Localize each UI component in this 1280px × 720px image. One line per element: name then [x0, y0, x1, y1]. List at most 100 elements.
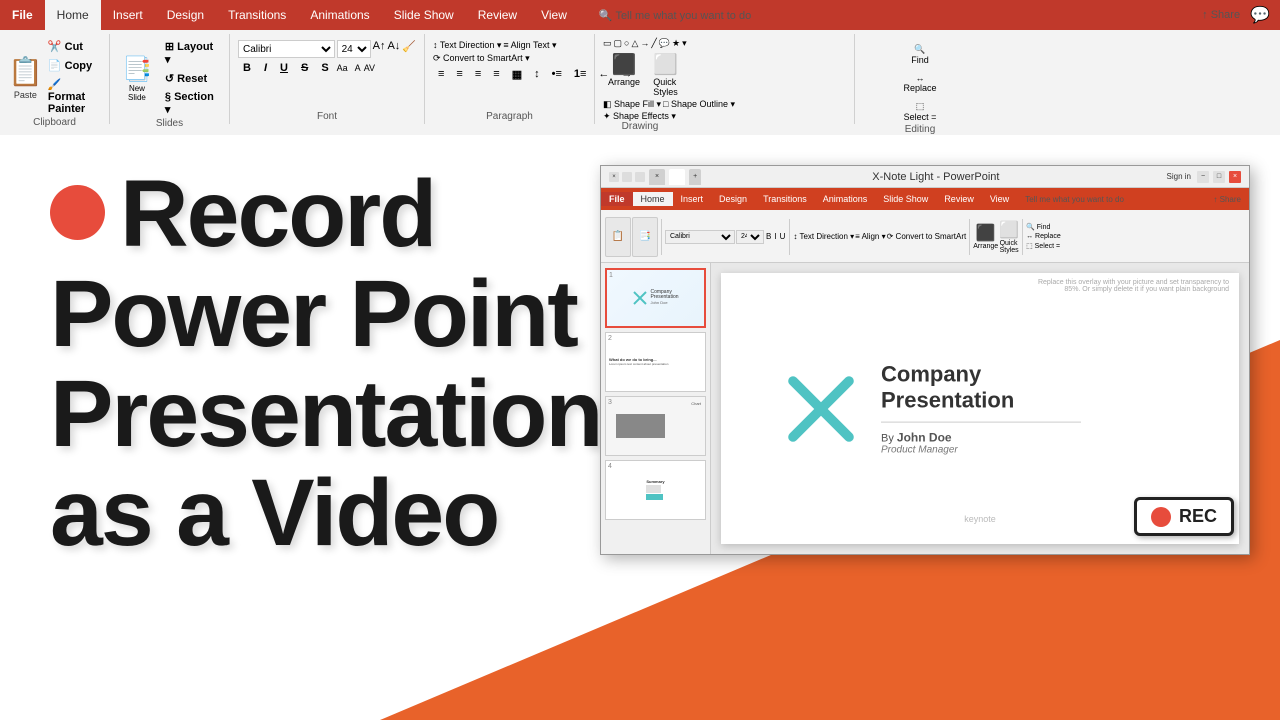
- char-spacing-button[interactable]: AV: [364, 63, 375, 73]
- ppt-sign-in[interactable]: Sign in: [1167, 172, 1191, 181]
- line-spacing-button[interactable]: ↕: [529, 66, 545, 83]
- font-case-button[interactable]: Aa: [337, 63, 348, 73]
- select-button[interactable]: ⬚ Select =: [863, 99, 977, 124]
- clear-format-button[interactable]: 🧹: [402, 40, 416, 58]
- shadow-button[interactable]: S: [316, 60, 333, 76]
- line-shape[interactable]: ╱: [651, 38, 656, 49]
- shape-fill-button[interactable]: ◧ Shape Fill ▾: [603, 99, 661, 110]
- share-button[interactable]: ↑ Share: [1202, 9, 1240, 21]
- ppt-inner-tab-transitions[interactable]: Transitions: [755, 192, 815, 206]
- tab-transitions[interactable]: Transitions: [216, 0, 298, 30]
- ppt-inner-tab-slideshow[interactable]: Slide Show: [875, 192, 936, 206]
- layout-button[interactable]: ⊞ Layout ▾: [160, 38, 221, 68]
- new-slide-button[interactable]: 📑 NewSlide: [118, 53, 156, 104]
- ppt-italic-btn[interactable]: I: [774, 232, 776, 241]
- reset-button[interactable]: ↺ Reset: [160, 70, 221, 87]
- copy-button[interactable]: 📄 Copy: [43, 57, 101, 74]
- ppt-text-dir-btn[interactable]: ↕ Text Direction ▾: [793, 232, 854, 241]
- star-shape[interactable]: ★: [672, 38, 680, 49]
- slide-thumb-1[interactable]: 1 CompanyPresentationJohn Doe: [605, 268, 706, 328]
- oval-shape[interactable]: ○: [624, 38, 629, 49]
- comment-button[interactable]: 💬: [1250, 5, 1270, 25]
- tab-slide-show[interactable]: Slide Show: [382, 0, 466, 30]
- ppt-tab-active[interactable]: [669, 169, 685, 185]
- tab-file[interactable]: File: [0, 0, 45, 30]
- find-button[interactable]: 🔍 Find: [863, 42, 977, 67]
- tab-view[interactable]: View: [529, 0, 579, 30]
- shape-effects-button[interactable]: ✦ Shape Effects ▾: [603, 111, 676, 121]
- ppt-new-slide-btn[interactable]: 📑: [632, 217, 658, 257]
- italic-button[interactable]: I: [259, 60, 272, 76]
- tab-design[interactable]: Design: [155, 0, 216, 30]
- num-list-button[interactable]: 1≡: [569, 66, 592, 83]
- ppt-font-select[interactable]: Calibri: [665, 230, 735, 244]
- justify-button[interactable]: ≡: [488, 66, 504, 83]
- ppt-find-btn[interactable]: 🔍 Find: [1026, 223, 1061, 231]
- cut-button[interactable]: ✂️ Cut: [43, 38, 101, 55]
- align-center-button[interactable]: ≡: [451, 66, 467, 83]
- ppt-inner-tab-home[interactable]: Home: [633, 192, 673, 206]
- ppt-bold-btn[interactable]: B: [766, 232, 771, 241]
- ppt-inner-tab-review[interactable]: Review: [936, 192, 982, 206]
- bullet-button[interactable]: •≡: [547, 66, 567, 83]
- convert-smartart-button[interactable]: ⟳ Convert to SmartArt ▾: [433, 53, 530, 64]
- replace-button[interactable]: ↔ Replace: [863, 71, 977, 95]
- text-direction-button[interactable]: ↕ Text Direction ▾: [433, 40, 501, 51]
- ppt-replace-btn[interactable]: ↔ Replace: [1026, 233, 1061, 240]
- ppt-smartart-btn[interactable]: ⟳ Convert to SmartArt: [887, 232, 967, 241]
- align-text-button[interactable]: ≡ Align Text ▾: [503, 40, 556, 51]
- arrange-button[interactable]: ⬛ Arrange: [603, 50, 645, 99]
- ppt-inner-share[interactable]: ↑ Share: [1213, 195, 1249, 204]
- ppt-min-btn[interactable]: [622, 172, 632, 182]
- strikethrough-button[interactable]: S: [296, 60, 313, 76]
- ppt-restore-btn[interactable]: [635, 172, 645, 182]
- tell-me-input[interactable]: 🔍 Tell me what you want to do: [599, 9, 751, 22]
- col-count-button[interactable]: ▦: [507, 66, 527, 83]
- ppt-arrange-btn[interactable]: ⬛ Arrange: [973, 223, 998, 250]
- font-family-select[interactable]: CalibriArial: [238, 40, 335, 58]
- section-button[interactable]: § Section ▾: [160, 89, 221, 118]
- tab-review[interactable]: Review: [466, 0, 529, 30]
- bold-button[interactable]: B: [238, 60, 256, 76]
- slide-thumb-2[interactable]: 2 What do we do to bring... Lorem ipsum …: [605, 332, 706, 392]
- ppt-tab-plus[interactable]: +: [689, 169, 701, 185]
- font-color-button[interactable]: A: [355, 63, 361, 73]
- shape-outline-button[interactable]: □ Shape Outline ▾: [663, 99, 735, 110]
- increase-font-size[interactable]: A↑: [373, 40, 386, 58]
- ppt-align-btn[interactable]: ≡ Align ▾: [855, 232, 885, 241]
- rect-shape[interactable]: ▭: [603, 38, 612, 49]
- tab-animations[interactable]: Animations: [298, 0, 381, 30]
- ppt-quickstyles-btn[interactable]: ⬜ QuickStyles: [999, 220, 1019, 254]
- ppt-close-btn[interactable]: ×: [609, 172, 619, 182]
- font-size-select[interactable]: 241812: [337, 40, 371, 58]
- more-shapes[interactable]: ▾: [682, 38, 687, 49]
- paste-button[interactable]: 📋 Paste: [8, 50, 43, 105]
- decrease-font-size[interactable]: A↓: [387, 40, 400, 58]
- ppt-inner-tab-design[interactable]: Design: [711, 192, 755, 206]
- callout-shape[interactable]: 💬: [659, 38, 670, 49]
- ppt-inner-tab-file[interactable]: File: [601, 192, 633, 206]
- slide-thumb-4[interactable]: 4 Summary: [605, 460, 706, 520]
- ppt-inner-tab-insert[interactable]: Insert: [673, 192, 712, 206]
- ppt-underline-btn[interactable]: U: [780, 232, 786, 241]
- quick-styles-button[interactable]: ⬜ QuickStyles: [648, 50, 683, 99]
- underline-button[interactable]: U: [275, 60, 293, 76]
- rounded-rect-shape[interactable]: ▢: [614, 38, 623, 49]
- ppt-inner-tab-view[interactable]: View: [982, 192, 1017, 206]
- format-painter-button[interactable]: 🖌️ Format Painter: [43, 76, 101, 117]
- slide-thumb-3[interactable]: 3 Chart: [605, 396, 706, 456]
- ppt-paste-btn[interactable]: 📋: [605, 217, 631, 257]
- align-left-button[interactable]: ≡: [433, 66, 449, 83]
- ppt-win-close[interactable]: ×: [1229, 171, 1241, 183]
- ppt-tab-1[interactable]: ×: [649, 169, 665, 185]
- ppt-win-max[interactable]: □: [1213, 171, 1225, 183]
- tab-insert[interactable]: Insert: [101, 0, 155, 30]
- tab-home[interactable]: Home: [45, 0, 101, 30]
- triangle-shape[interactable]: △: [631, 38, 638, 49]
- rec-button[interactable]: REC: [1134, 497, 1234, 536]
- ppt-font-size-select[interactable]: 24: [736, 230, 764, 244]
- align-right-button[interactable]: ≡: [470, 66, 486, 83]
- ppt-inner-tab-animations[interactable]: Animations: [815, 192, 876, 206]
- ppt-select-btn[interactable]: ⬚ Select =: [1026, 242, 1061, 250]
- ppt-win-min[interactable]: −: [1197, 171, 1209, 183]
